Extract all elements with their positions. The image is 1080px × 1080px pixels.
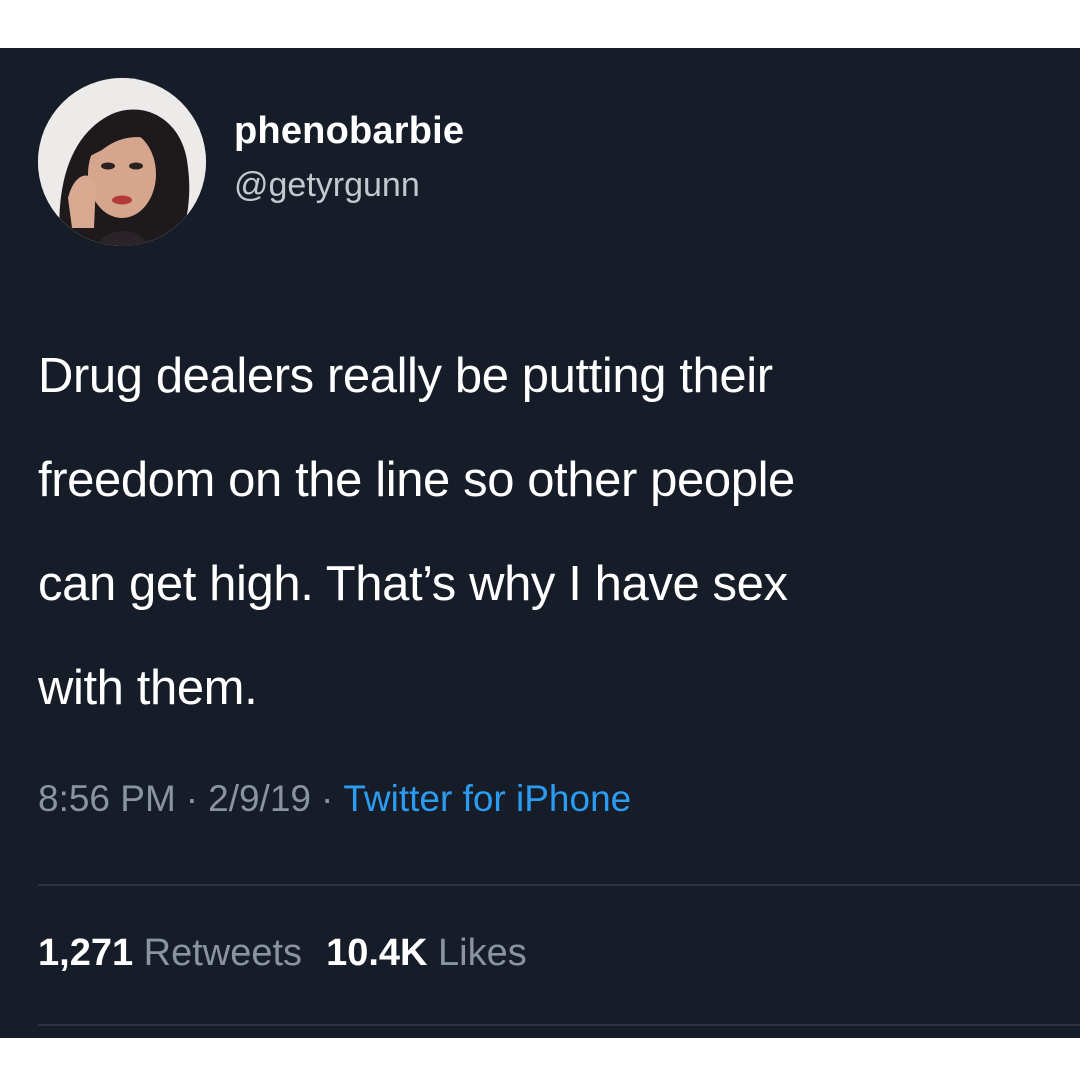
tweet-time[interactable]: 8:56 PM bbox=[38, 778, 176, 819]
tweet-text: Drug dealers really be putting their fre… bbox=[38, 349, 795, 715]
avatar-image bbox=[38, 78, 206, 246]
display-name[interactable]: phenobarbie bbox=[234, 110, 464, 153]
meta-separator: · bbox=[185, 778, 199, 819]
retweets-count: 1,271 bbox=[38, 932, 134, 974]
retweets-stat[interactable]: 1,271 Retweets bbox=[38, 932, 302, 974]
divider bbox=[38, 1024, 1080, 1026]
tweet-meta: 8:56 PM · 2/9/19 · Twitter for iPhone bbox=[38, 778, 631, 820]
likes-count: 10.4K bbox=[326, 932, 428, 974]
retweets-label: Retweets bbox=[143, 932, 303, 974]
avatar[interactable] bbox=[38, 78, 206, 246]
tweet-source-link[interactable]: Twitter for iPhone bbox=[343, 778, 631, 819]
tweet-date[interactable]: 2/9/19 bbox=[208, 778, 311, 819]
likes-stat[interactable]: 10.4K Likes bbox=[326, 932, 527, 974]
divider bbox=[38, 884, 1080, 886]
tweet-stats: 1,271 Retweets 10.4K Likes bbox=[38, 932, 527, 975]
tweet-card: phenobarbie @getyrgunn Drug dealers real… bbox=[0, 48, 1080, 1038]
meta-separator: · bbox=[321, 778, 334, 819]
likes-label: Likes bbox=[438, 932, 527, 974]
user-handle[interactable]: @getyrgunn bbox=[234, 166, 420, 205]
